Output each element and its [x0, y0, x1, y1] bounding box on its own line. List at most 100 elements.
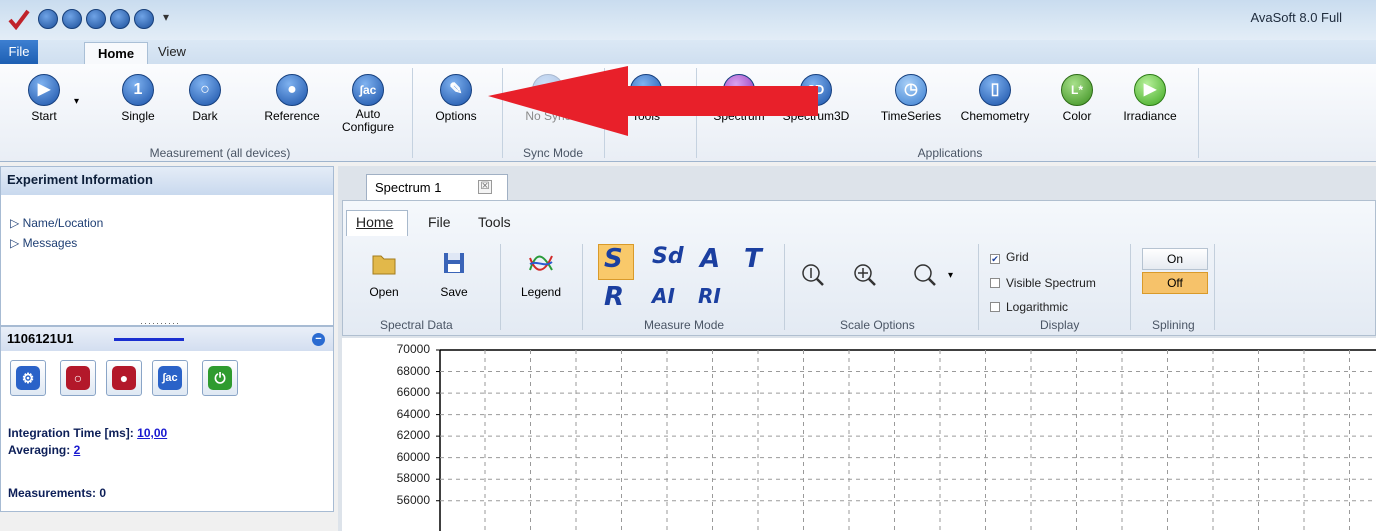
reference-lamp-icon: ●	[276, 74, 308, 106]
ribbon-separator	[500, 244, 501, 330]
mode-t-button[interactable]: T	[744, 244, 762, 274]
tree-item-name-location[interactable]: ▷ Name/Location	[10, 216, 103, 230]
save-button[interactable]: Save	[434, 250, 474, 299]
ribbon-separator	[978, 244, 979, 330]
mode-a-button[interactable]: A	[700, 244, 720, 274]
tab-home[interactable]: Home	[84, 42, 148, 65]
device-dark-button[interactable]: ○	[60, 360, 96, 396]
single-button[interactable]: 1 Single	[110, 74, 166, 123]
auto-configure-button[interactable]: ∫ac Auto Configure	[336, 74, 400, 134]
integration-time-link[interactable]: 10,00	[137, 426, 167, 440]
ribbon-separator	[1130, 244, 1131, 330]
measurements-value: 0	[99, 486, 107, 500]
open-button[interactable]: Open	[364, 250, 404, 299]
ribbon-separator	[412, 68, 413, 158]
title-bar	[0, 0, 1376, 40]
folder-icon	[372, 255, 396, 275]
annotation-arrow-icon	[488, 66, 818, 136]
device-power-button[interactable]: ⏻	[202, 360, 238, 396]
y-tick-label: 62000	[396, 428, 430, 443]
tab-view[interactable]: View	[158, 44, 186, 59]
reference-button[interactable]: ● Reference	[256, 74, 328, 123]
single-icon: 1	[122, 74, 154, 106]
collapse-icon[interactable]: −	[312, 333, 325, 346]
qat-start-icon[interactable]	[62, 9, 82, 29]
y-tick-label: 64000	[396, 406, 430, 421]
test-tube-icon: ▯	[979, 74, 1011, 106]
inner-tab-tools[interactable]: Tools	[478, 214, 511, 230]
tree-item-messages[interactable]: ▷ Messages	[10, 236, 77, 250]
window-title: AvaSoft 8.0 Full	[1250, 10, 1342, 25]
mode-s-button[interactable]: S	[604, 244, 623, 274]
checkbox-icon	[990, 278, 1000, 288]
irradiance-play-icon: ▶	[1134, 74, 1166, 106]
irradiance-app-button[interactable]: ▶ Irradiance	[1114, 74, 1186, 123]
mode-ri-button[interactable]: RI	[698, 284, 721, 308]
zoom-vertical-button[interactable]	[800, 262, 826, 291]
experiment-information-title: Experiment Information	[1, 167, 333, 195]
integration-time-label: Integration Time [ms]: 10,00	[8, 426, 168, 440]
start-button[interactable]: ▶ Start	[24, 74, 64, 123]
qat-settings-icon[interactable]	[38, 9, 58, 29]
qat-customize-dropdown-icon[interactable]: ▾	[163, 10, 169, 24]
y-tick-label: 68000	[396, 363, 430, 378]
timeseries-app-button[interactable]: ◷ TimeSeries	[872, 74, 950, 123]
checkbox-checked-icon: ✔	[990, 254, 1000, 264]
ribbon-separator	[784, 244, 785, 330]
mode-ai-button[interactable]: AI	[652, 284, 675, 308]
inner-tab-home[interactable]: Home	[356, 214, 393, 230]
inner-tab-file[interactable]: File	[428, 214, 451, 230]
auto-configure-icon: ∫ac	[158, 366, 182, 390]
tab-file[interactable]: File	[0, 40, 38, 64]
zoom-center-button[interactable]	[852, 262, 878, 291]
close-icon[interactable]: ☒	[478, 180, 492, 194]
zoom-rect-button[interactable]	[912, 262, 938, 291]
applications-group-label: Applications	[917, 146, 983, 160]
qat-options-icon[interactable]	[86, 9, 106, 29]
gear-icon: ⚙	[16, 366, 40, 390]
mode-sd-button[interactable]: Sd	[652, 244, 684, 269]
zoom-rect-icon	[914, 264, 936, 286]
logarithmic-checkbox[interactable]: Logarithmic	[990, 300, 1068, 314]
auto-configure-icon: ∫ac	[352, 74, 384, 106]
display-group-label: Display	[1040, 318, 1080, 332]
splining-group-label: Splining	[1152, 318, 1195, 332]
clock-icon: ◷	[895, 74, 927, 106]
color-app-button[interactable]: L* Color	[1054, 74, 1100, 123]
splining-on-button[interactable]: On	[1142, 248, 1208, 270]
splining-off-button[interactable]: Off	[1142, 272, 1208, 294]
device-reference-button[interactable]: ●	[106, 360, 142, 396]
device-settings-button[interactable]: ⚙	[10, 360, 46, 396]
visible-spectrum-checkbox[interactable]: Visible Spectrum	[990, 276, 1096, 290]
y-tick-label: 58000	[396, 471, 430, 486]
grid-checkbox[interactable]: ✔ Grid	[990, 250, 1029, 264]
legend-button[interactable]: Legend	[512, 250, 570, 299]
floppy-disk-icon	[444, 253, 464, 273]
play-icon: ▶	[28, 74, 60, 106]
ribbon-separator	[1198, 68, 1199, 158]
y-tick-label: 56000	[396, 492, 430, 507]
qat-auto-configure-icon[interactable]	[134, 9, 154, 29]
reference-lamp-icon: ●	[112, 366, 136, 390]
start-dropdown-icon[interactable]: ▾	[74, 96, 79, 107]
zoom-dropdown-icon[interactable]: ▾	[948, 270, 953, 281]
wrench-icon: ✎	[440, 74, 472, 106]
chemometry-app-button[interactable]: ▯ Chemometry	[952, 74, 1038, 123]
measure-mode-group-label: Measure Mode	[644, 318, 725, 332]
averaging-label: Averaging: 2	[8, 443, 81, 457]
color-lstar-icon: L*	[1061, 74, 1093, 106]
qat-lamp-icon[interactable]	[110, 9, 130, 29]
device-auto-configure-button[interactable]: ∫ac	[152, 360, 188, 396]
y-tick-label: 66000	[396, 385, 430, 400]
options-button[interactable]: ✎ Options	[426, 74, 486, 123]
dark-lamp-icon: ○	[66, 366, 90, 390]
averaging-link[interactable]: 2	[74, 443, 81, 457]
chart-plot[interactable]	[342, 338, 1376, 531]
spectral-data-group-label: Spectral Data	[380, 318, 453, 332]
checkbox-icon	[990, 302, 1000, 312]
scale-options-group-label: Scale Options	[840, 318, 915, 332]
device-color-line	[114, 338, 184, 341]
dark-button[interactable]: ○ Dark	[180, 74, 230, 123]
power-icon: ⏻	[208, 366, 232, 390]
mode-r-button[interactable]: R	[604, 282, 624, 312]
